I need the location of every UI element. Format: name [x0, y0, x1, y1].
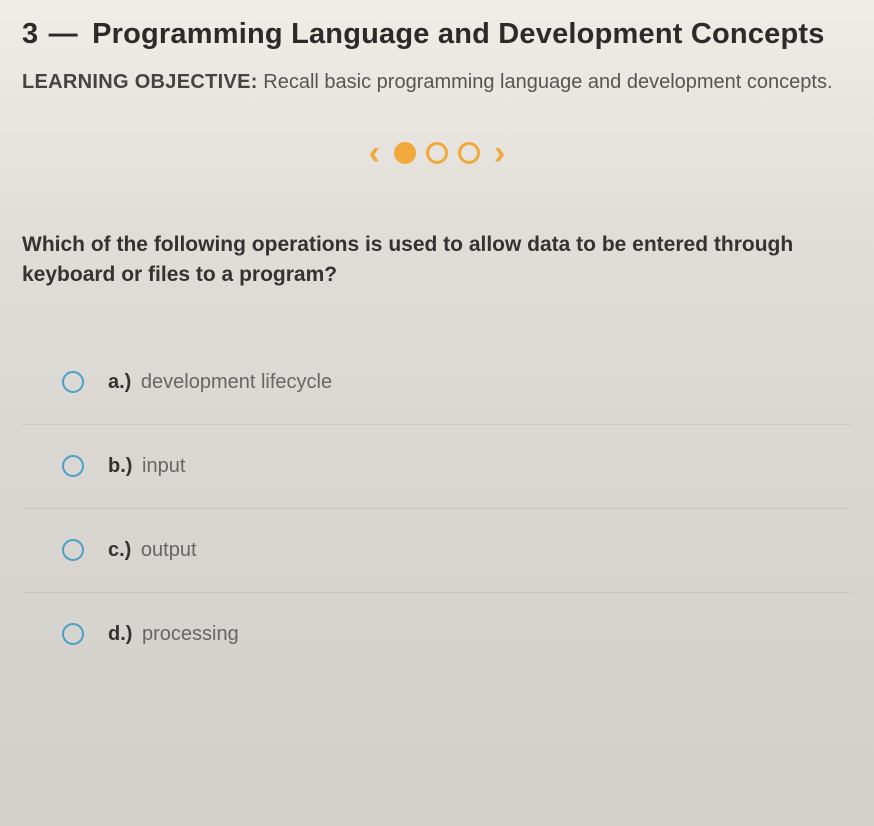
option-c[interactable]: c.) output — [22, 508, 852, 592]
radio-icon[interactable] — [62, 371, 84, 393]
options-list: a.) development lifecycle b.) input c.) … — [22, 341, 852, 676]
option-label: a.) development lifecycle — [108, 371, 332, 394]
radio-icon[interactable] — [62, 623, 84, 645]
question-text: Which of the following operations is use… — [22, 230, 852, 291]
chevron-right-icon[interactable]: › — [490, 136, 509, 170]
radio-icon[interactable] — [62, 539, 84, 561]
option-letter: d.) — [108, 623, 132, 645]
option-text: input — [142, 455, 185, 477]
learning-objective: LEARNING OBJECTIVE: Recall basic program… — [22, 69, 852, 96]
radio-icon[interactable] — [62, 455, 84, 477]
option-label: b.) input — [108, 455, 185, 478]
pager-dot-1[interactable] — [394, 142, 416, 164]
option-letter: c.) — [108, 539, 131, 561]
section-number: 3 — [22, 18, 38, 50]
option-text: processing — [142, 623, 239, 645]
pager: ‹ › — [22, 136, 852, 170]
option-text: development lifecycle — [141, 371, 332, 393]
option-a[interactable]: a.) development lifecycle — [22, 341, 852, 424]
option-label: d.) processing — [108, 623, 239, 646]
option-b[interactable]: b.) input — [22, 424, 852, 508]
pager-dot-2[interactable] — [426, 142, 448, 164]
option-d[interactable]: d.) processing — [22, 592, 852, 676]
pager-dot-3[interactable] — [458, 142, 480, 164]
objective-label: LEARNING OBJECTIVE: — [22, 71, 258, 93]
page-title: 3 — Programming Language and Development… — [22, 18, 852, 51]
option-label: c.) output — [108, 539, 197, 562]
chevron-left-icon[interactable]: ‹ — [365, 136, 384, 170]
option-letter: b.) — [108, 455, 132, 477]
quiz-page: 3 — Programming Language and Development… — [0, 0, 874, 826]
option-text: output — [141, 539, 197, 561]
title-dash: — — [49, 18, 78, 50]
objective-text: Recall basic programming language and de… — [263, 71, 832, 93]
section-title: Programming Language and Development Con… — [92, 18, 825, 50]
option-letter: a.) — [108, 371, 131, 393]
